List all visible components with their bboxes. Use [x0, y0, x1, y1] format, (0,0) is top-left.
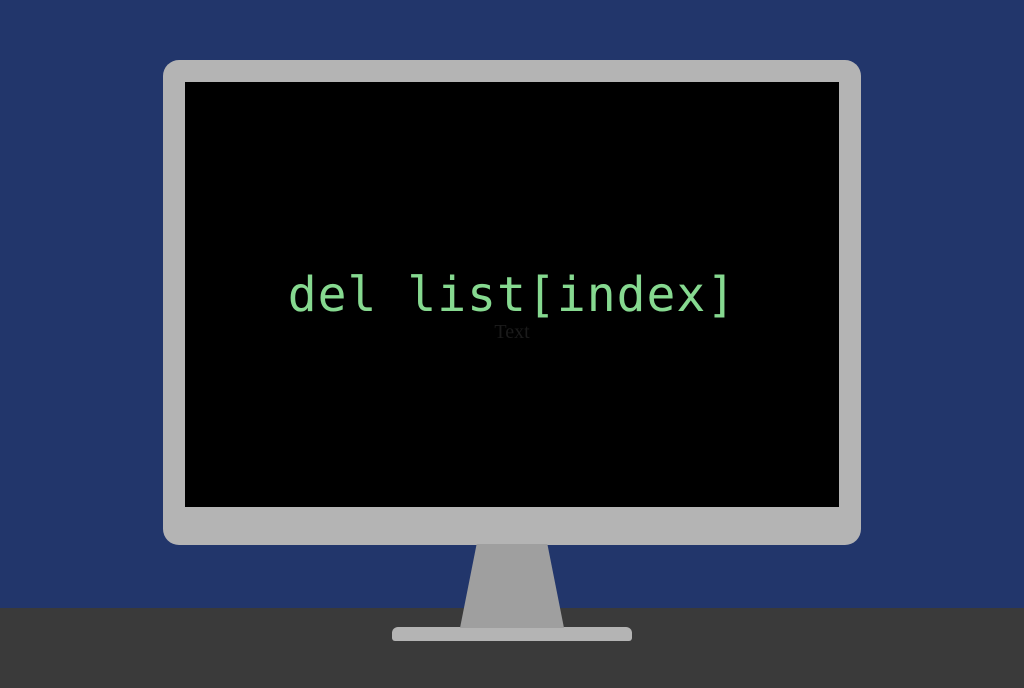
monitor-frame: del list[index] Text	[163, 60, 861, 545]
monitor-neck	[460, 544, 564, 628]
ghost-text-label: Text	[494, 321, 529, 344]
code-text: del list[index]	[288, 267, 736, 323]
monitor-base	[392, 627, 632, 641]
monitor-illustration: del list[index] Text	[163, 60, 861, 641]
monitor-screen: del list[index] Text	[185, 82, 839, 507]
